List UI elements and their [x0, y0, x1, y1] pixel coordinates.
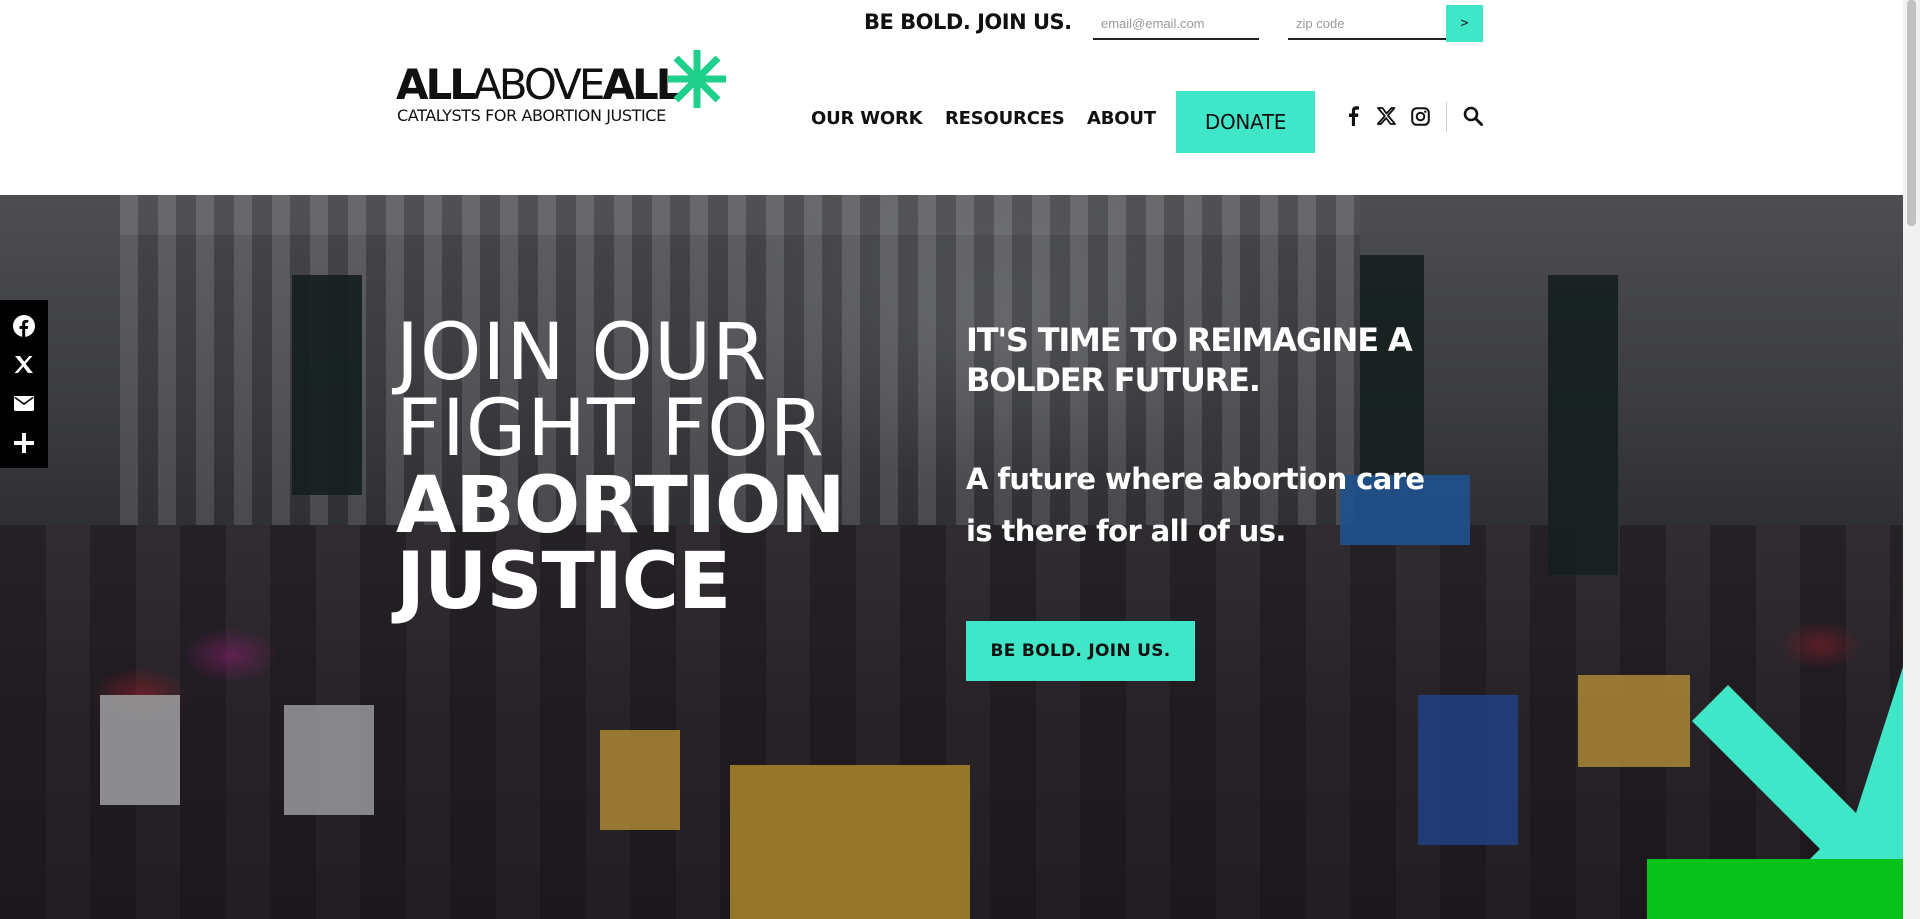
logo-word-above: ABOVE — [473, 60, 605, 109]
hero-dark-overlay — [0, 195, 1903, 919]
zip-code-field[interactable] — [1288, 8, 1446, 40]
corner-green-block — [1647, 859, 1903, 919]
email-icon[interactable] — [8, 388, 40, 420]
x-icon[interactable] — [8, 349, 40, 381]
hero-headline-line-3: ABORTION — [396, 460, 845, 551]
logo-wordmark: ALLABOVEALL — [396, 64, 682, 106]
hero-section: JOIN OUR FIGHT FOR ABORTION JUSTICE IT'S… — [0, 195, 1903, 919]
signup-submit-button[interactable]: > — [1446, 5, 1483, 42]
join-us-button[interactable]: BE BOLD. JOIN US. — [966, 621, 1195, 681]
facebook-icon[interactable] — [1341, 104, 1365, 128]
hero-headline-line-1: JOIN OUR — [396, 308, 768, 398]
scrollbar-thumb[interactable] — [1907, 0, 1916, 226]
instagram-icon[interactable] — [1408, 104, 1432, 128]
nav-about[interactable]: ABOUT — [1087, 108, 1156, 129]
site-logo[interactable]: ALLABOVEALL CATALYSTS FOR ABORTION JUSTI… — [396, 48, 736, 128]
page-scrollbar[interactable] — [1903, 0, 1920, 919]
logo-word-all-1: ALL — [396, 60, 476, 109]
nav-divider — [1446, 102, 1447, 132]
nav-resources[interactable]: RESOURCES — [945, 108, 1065, 129]
x-icon[interactable] — [1374, 104, 1398, 128]
plus-icon[interactable] — [8, 427, 40, 459]
hero-headline-line-2: FIGHT FOR — [396, 384, 825, 475]
nav-our-work[interactable]: OUR WORK — [811, 108, 923, 129]
hero-headline: JOIN OUR FIGHT FOR ABORTION JUSTICE — [396, 308, 845, 628]
email-field[interactable] — [1093, 8, 1259, 40]
share-sidebar — [0, 300, 48, 468]
logo-tagline: CATALYSTS FOR ABORTION JUSTICE — [397, 106, 666, 125]
signup-bar: BE BOLD. JOIN US. > — [0, 0, 1903, 48]
hero-kicker: IT'S TIME TO REIMAGINE A BOLDER FUTURE. — [966, 321, 1413, 399]
search-icon[interactable] — [1460, 103, 1486, 129]
logo-star-icon — [668, 50, 726, 108]
signup-title: BE BOLD. JOIN US. — [864, 10, 1072, 34]
hero-body: A future where abortion care is there fo… — [966, 462, 1425, 549]
hero-headline-line-4: JUSTICE — [396, 537, 731, 628]
donate-button[interactable]: DONATE — [1176, 91, 1315, 153]
facebook-icon[interactable] — [8, 310, 40, 342]
